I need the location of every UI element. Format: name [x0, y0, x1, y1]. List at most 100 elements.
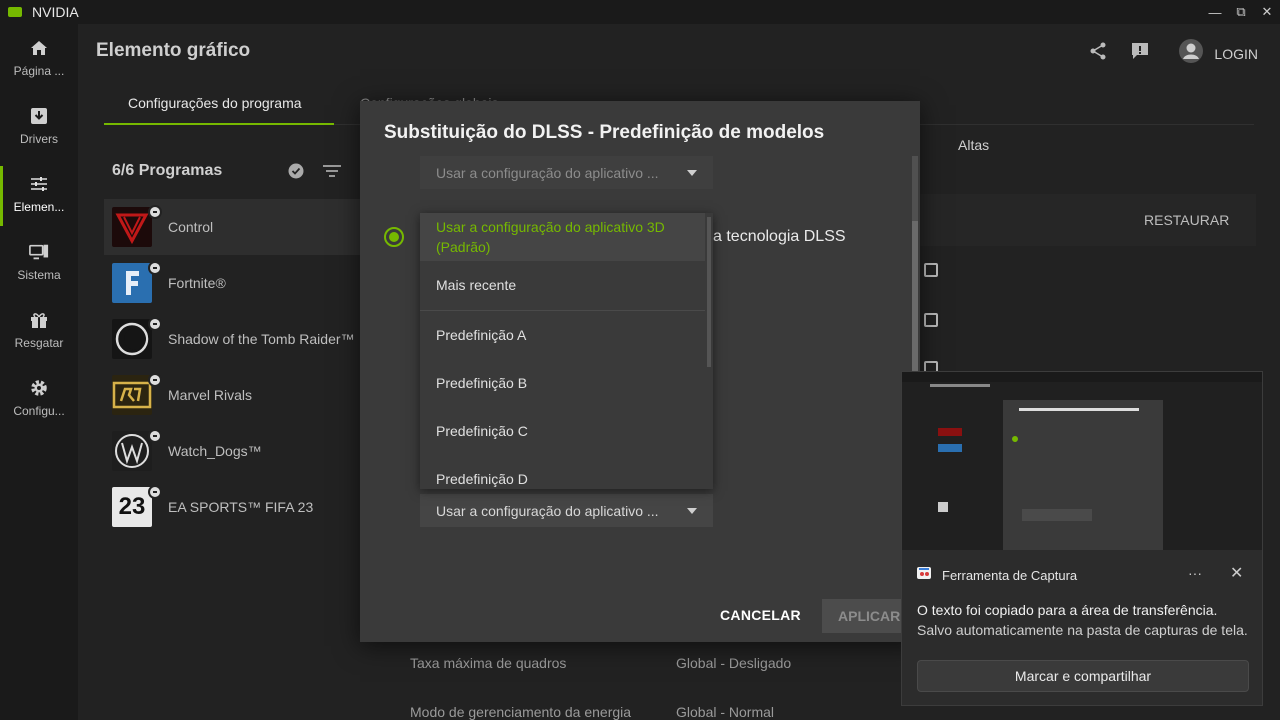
- feedback-icon[interactable]: [1130, 41, 1150, 66]
- sidebar-item-drivers[interactable]: Drivers: [0, 98, 78, 158]
- chevron-down-icon: [687, 508, 697, 514]
- program-name: Control: [168, 219, 214, 235]
- sidebar-item-redeem[interactable]: Resgatar: [0, 302, 78, 362]
- filter-icon[interactable]: [322, 163, 342, 184]
- dropdown-option-selected[interactable]: Usar a configuração do aplicativo 3D (Pa…: [420, 213, 705, 261]
- snipping-tool-notification: Ferramenta de Captura ··· ✕ O texto foi …: [901, 371, 1263, 706]
- dropdown-option[interactable]: Predefinição A: [420, 311, 705, 359]
- setting-label: Modo de gerenciamento da energia: [410, 704, 632, 720]
- mark-and-share-button[interactable]: Marcar e compartilhar: [917, 660, 1249, 692]
- select-value: Usar a configuração do aplicativo ...: [436, 502, 659, 519]
- dialog-title: Substituição do DLSS - Predefinição de m…: [384, 122, 825, 143]
- screenshot-preview[interactable]: [902, 372, 1262, 550]
- apply-button[interactable]: APLICAR: [822, 599, 912, 633]
- dropdown-option[interactable]: Predefinição C: [420, 407, 705, 455]
- fifa-game-icon: 23: [112, 485, 162, 527]
- sidebar-item-label: Página ...: [13, 64, 65, 78]
- list-item[interactable]: Control: [104, 199, 374, 255]
- gift-icon: [29, 310, 49, 330]
- list-item[interactable]: 23 EA SPORTS™ FIFA 23: [104, 479, 374, 535]
- list-item[interactable]: Shadow of the Tomb Raider™: [104, 311, 374, 367]
- list-item[interactable]: Watch_Dogs™: [104, 423, 374, 479]
- tab-program-settings[interactable]: Configurações do programa: [128, 95, 302, 111]
- program-name: Watch_Dogs™: [168, 443, 262, 459]
- remove-badge-icon[interactable]: [148, 485, 162, 499]
- active-tab-indicator: [104, 123, 334, 125]
- watch-dogs-game-icon: [112, 429, 162, 471]
- setting-value: Global - Desligado: [676, 655, 792, 671]
- quality-value: Altas: [958, 137, 990, 153]
- sidebar-item-settings[interactable]: Configu...: [0, 370, 78, 430]
- header-actions: LOGIN: [1088, 38, 1258, 69]
- chevron-down-icon: [687, 170, 697, 176]
- remove-badge-icon[interactable]: [148, 205, 162, 219]
- sliders-icon: [29, 174, 49, 194]
- login-link[interactable]: LOGIN: [1214, 46, 1258, 62]
- dropdown-option[interactable]: Predefinição D: [420, 455, 705, 489]
- dropdown-option[interactable]: Mais recente: [420, 261, 705, 309]
- close-icon[interactable]: ✕: [1230, 563, 1243, 583]
- fortnite-game-icon: [112, 261, 162, 303]
- select-value: Usar a configuração do aplicativo ...: [436, 164, 659, 181]
- maximize-button[interactable]: ⧉: [1228, 0, 1254, 24]
- app-title: NVIDIA: [32, 4, 79, 20]
- verified-icon[interactable]: [288, 163, 304, 184]
- toast-submessage: Salvo automaticamente na pasta de captur…: [917, 622, 1248, 638]
- cancel-button[interactable]: CANCELAR: [720, 607, 801, 623]
- sidebar-item-label: Sistema: [17, 268, 61, 282]
- marvel-rivals-game-icon: [112, 373, 162, 415]
- sidebar-item-label: Resgatar: [14, 336, 64, 350]
- edit-icon[interactable]: [924, 313, 938, 327]
- remove-badge-icon[interactable]: [148, 373, 162, 387]
- restore-button[interactable]: RESTAURAR: [1144, 212, 1229, 228]
- snipping-tool-icon: [916, 565, 932, 586]
- edit-icon[interactable]: [924, 263, 938, 277]
- program-name: EA SPORTS™ FIFA 23: [168, 499, 314, 515]
- top-select[interactable]: Usar a configuração do aplicativo ...: [420, 156, 713, 189]
- sidebar-item-graphics[interactable]: Elemen...: [0, 166, 78, 226]
- nvidia-logo-icon: [8, 7, 22, 17]
- program-list: Control Fortnite® Shadow of the Tomb Rai…: [104, 199, 374, 535]
- sidebar-item-home[interactable]: Página ...: [0, 30, 78, 90]
- radio-button[interactable]: [384, 227, 404, 247]
- remove-badge-icon[interactable]: [148, 261, 162, 275]
- sidebar-item-label: Configu...: [13, 404, 65, 418]
- download-icon: [29, 106, 49, 126]
- list-item[interactable]: Marvel Rivals: [104, 367, 374, 423]
- sidebar-item-label: Drivers: [20, 132, 58, 146]
- program-name: Shadow of the Tomb Raider™: [168, 331, 355, 347]
- minimize-button[interactable]: —: [1202, 0, 1228, 24]
- setting-value: Global - Normal: [676, 704, 775, 720]
- dropdown-scrollbar-thumb[interactable]: [707, 217, 711, 367]
- sidebar-item-label: Elemen...: [13, 200, 65, 214]
- bottom-select[interactable]: Usar a configuração do aplicativo ...: [420, 494, 713, 527]
- list-item[interactable]: Fortnite®: [104, 255, 374, 311]
- program-name: Marvel Rivals: [168, 387, 253, 403]
- setting-label: Taxa máxima de quadros: [410, 655, 567, 671]
- close-window-button[interactable]: ✕: [1254, 0, 1280, 24]
- remove-badge-icon[interactable]: [148, 429, 162, 443]
- monitor-icon: [29, 242, 49, 262]
- avatar-icon[interactable]: [1178, 38, 1204, 69]
- programs-count: 6/6 Programas: [112, 162, 223, 179]
- home-icon: [29, 38, 49, 58]
- toast-message: O texto foi copiado para a área de trans…: [917, 602, 1218, 618]
- toast-header: Ferramenta de Captura: [916, 565, 1077, 586]
- share-icon[interactable]: [1088, 41, 1108, 66]
- dropdown-option[interactable]: Predefinição B: [420, 359, 705, 407]
- preset-dropdown: Usar a configuração do aplicativo 3D (Pa…: [420, 213, 713, 489]
- sidebar-item-system[interactable]: Sistema: [0, 234, 78, 294]
- radio-label: a tecnologia DLSS: [713, 228, 846, 245]
- control-game-icon: [112, 205, 162, 247]
- sidebar: Página ... Drivers Elemen... Sistema Res…: [0, 24, 78, 720]
- program-name: Fortnite®: [168, 275, 226, 291]
- page-title: Elemento gráfico: [96, 40, 251, 61]
- program-tools: [288, 163, 342, 184]
- remove-badge-icon[interactable]: [148, 317, 162, 331]
- more-options-icon[interactable]: ···: [1188, 565, 1202, 581]
- title-bar: NVIDIA — ⧉ ✕: [0, 0, 1280, 24]
- tomb-raider-game-icon: [112, 317, 162, 359]
- gear-icon: [29, 378, 49, 398]
- window-controls: — ⧉ ✕: [1202, 0, 1280, 24]
- toast-app-name: Ferramenta de Captura: [942, 568, 1078, 583]
